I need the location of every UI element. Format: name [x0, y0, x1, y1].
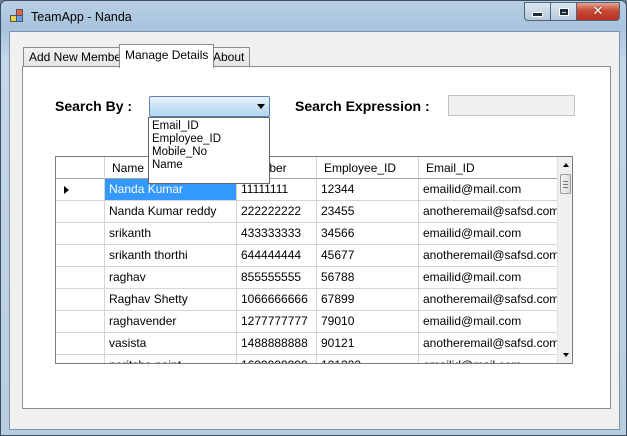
row-header[interactable] — [56, 245, 105, 267]
row-header[interactable] — [56, 223, 105, 245]
maximize-button[interactable] — [550, 2, 576, 21]
row-header[interactable] — [56, 333, 105, 355]
search-expression-label: Search Expression : — [295, 98, 430, 114]
column-header-email-id[interactable]: Email_ID — [419, 157, 558, 179]
tab-manage-details[interactable]: Manage Details — [119, 44, 215, 68]
table-row[interactable]: srikanth 433333333 34566 emailid@mail.com — [56, 223, 558, 245]
search-by-dropdown-list: Email_ID Employee_ID Mobile_No Name — [148, 117, 270, 184]
cell-employee-id[interactable]: 90121 — [317, 333, 419, 355]
row-header[interactable] — [56, 311, 105, 333]
cell-employee-id[interactable]: 23455 — [317, 201, 419, 223]
grid-corner-header[interactable] — [56, 157, 105, 179]
cell-email-id[interactable]: anotheremail@safsd.com — [419, 245, 558, 267]
row-header[interactable] — [56, 355, 105, 363]
chevron-down-icon[interactable] — [257, 104, 265, 109]
dropdown-option-email-id[interactable]: Email_ID — [149, 120, 269, 133]
cell-name[interactable]: Nanda Kumar reddy — [105, 201, 237, 223]
members-data-grid[interactable]: Name Number Employee_ID Email_ID Nanda K… — [55, 156, 573, 364]
cell-name[interactable]: raghavender — [105, 311, 237, 333]
maximize-icon — [559, 8, 568, 15]
cell-email-id[interactable]: emailid@mail.com — [419, 311, 558, 333]
table-row[interactable]: raghav 855555555 56788 emailid@mail.com — [56, 267, 558, 289]
cell-name[interactable]: raghav — [105, 267, 237, 289]
window-title: TeamApp - Nanda — [31, 10, 132, 24]
row-header[interactable] — [56, 201, 105, 223]
cell-employee-id[interactable]: 101232 — [317, 355, 419, 363]
cell-email-id[interactable]: anotheremail@safsd.com — [419, 333, 558, 355]
manage-details-page: Search By : Search Expression : Email_ID… — [22, 66, 611, 409]
search-expression-input[interactable] — [448, 95, 575, 116]
cell-number[interactable]: 644444444 — [237, 245, 317, 267]
cell-number[interactable]: 855555555 — [237, 267, 317, 289]
table-row[interactable]: Raghav Shetty 1066666666 67899 anotheremail… — [56, 289, 558, 311]
tab-add-new-member[interactable]: Add New Member — [23, 47, 132, 67]
close-button[interactable]: ✕ — [576, 2, 620, 21]
cell-number[interactable]: 1066666666 — [237, 289, 317, 311]
cell-employee-id[interactable]: 34566 — [317, 223, 419, 245]
cell-employee-id[interactable]: 56788 — [317, 267, 419, 289]
cell-employee-id[interactable]: 12344 — [317, 179, 419, 201]
app-window: TeamApp - Nanda ✕ Add New Member Manage … — [0, 0, 627, 436]
scroll-thumb[interactable] — [560, 174, 571, 194]
client-area: Add New Member Manage Details About Sear… — [9, 31, 620, 430]
table-row[interactable]: srikanth thorthi 644444444 45677 anotherema… — [56, 245, 558, 267]
cell-name[interactable]: Raghav Shetty — [105, 289, 237, 311]
cell-employee-id[interactable]: 79010 — [317, 311, 419, 333]
caption-buttons: ✕ — [524, 2, 620, 22]
grid-header-row: Name Number Employee_ID Email_ID — [56, 157, 558, 179]
cell-email-id[interactable]: anotheremail@safsd.com — [419, 201, 558, 223]
cell-name[interactable]: vasista — [105, 333, 237, 355]
cell-name[interactable]: srikanth thorthi — [105, 245, 237, 267]
cell-number[interactable]: 1699999999 — [237, 355, 317, 363]
cell-email-id[interactable]: emailid@mail.com — [419, 223, 558, 245]
cell-email-id[interactable]: emailid@mail.com — [419, 267, 558, 289]
cell-employee-id[interactable]: 67899 — [317, 289, 419, 311]
arrow-down-icon — [562, 353, 569, 357]
scroll-up-button[interactable] — [558, 157, 572, 173]
search-by-label: Search By : — [55, 98, 133, 114]
table-row[interactable]: raghavender 1277777777 79010 emailid@mail.c… — [56, 311, 558, 333]
cell-email-id[interactable]: emailid@mail.com — [419, 355, 558, 363]
cell-name[interactable]: naritsha paint — [105, 355, 237, 363]
cell-name[interactable]: srikanth — [105, 223, 237, 245]
dropdown-option-name[interactable]: Name — [149, 159, 269, 172]
arrow-up-icon — [562, 163, 569, 167]
app-window-icon — [10, 9, 24, 23]
close-icon: ✕ — [592, 4, 604, 19]
dropdown-option-employee-id[interactable]: Employee_ID — [149, 133, 269, 146]
scroll-down-button[interactable] — [558, 347, 572, 363]
cell-number[interactable]: 1277777777 — [237, 311, 317, 333]
table-row[interactable]: vasista 1488888888 90121 anotheremail@safsd… — [56, 333, 558, 355]
minimize-icon — [532, 12, 543, 17]
grid-vertical-scrollbar[interactable] — [557, 157, 572, 363]
current-row-arrow-icon — [64, 186, 69, 194]
row-header[interactable] — [56, 179, 105, 201]
cell-number[interactable]: 1488888888 — [237, 333, 317, 355]
cell-email-id[interactable]: anotheremail@safsd.com — [419, 289, 558, 311]
table-row[interactable]: Nanda Kumar reddy 222222222 23455 anotherem… — [56, 201, 558, 223]
cell-email-id[interactable]: emailid@mail.com — [419, 179, 558, 201]
row-header[interactable] — [56, 267, 105, 289]
cell-number[interactable]: 222222222 — [237, 201, 317, 223]
dropdown-option-mobile-no[interactable]: Mobile_No — [149, 146, 269, 159]
table-row[interactable]: Nanda Kumar 11111111 12344 emailid@mail.com — [56, 179, 558, 201]
table-row[interactable]: naritsha paint1699999999101232emailid@ma… — [56, 355, 558, 363]
row-header[interactable] — [56, 289, 105, 311]
search-by-combobox[interactable] — [149, 96, 270, 117]
column-header-employee-id[interactable]: Employee_ID — [317, 157, 419, 179]
title-bar[interactable]: TeamApp - Nanda ✕ — [1, 1, 626, 31]
cell-number[interactable]: 433333333 — [237, 223, 317, 245]
grid-body: Nanda Kumar 11111111 12344 emailid@mail.com… — [56, 179, 558, 363]
minimize-button[interactable] — [524, 2, 550, 21]
cell-employee-id[interactable]: 45677 — [317, 245, 419, 267]
